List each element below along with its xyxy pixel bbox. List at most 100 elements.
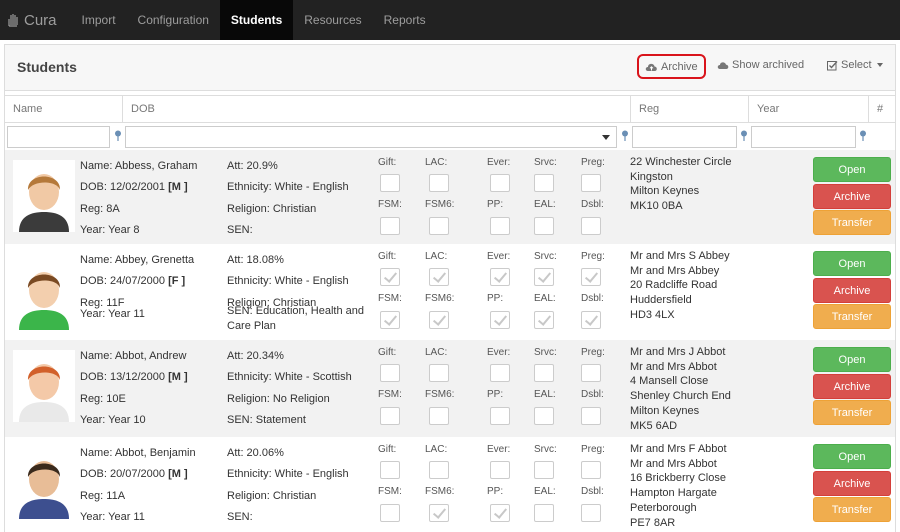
flag-checkbox[interactable] — [534, 504, 554, 522]
flag-checkbox[interactable] — [429, 174, 449, 192]
student-row[interactable]: Name: Abbot, Andrew DOB: 13/12/2000 [M ]… — [5, 340, 895, 437]
flag-checkbox[interactable] — [380, 174, 400, 192]
student-sen: SEN: — [227, 224, 253, 236]
flag-checkbox[interactable] — [581, 268, 601, 286]
flag-label: LAC: — [425, 157, 448, 168]
flag-label: Dsbl: — [581, 199, 604, 210]
student-row[interactable]: Name: Abbot, Benjamin DOB: 20/07/2000 [M… — [5, 437, 895, 532]
pin-icon[interactable] — [859, 130, 867, 142]
flag-checkbox[interactable] — [490, 174, 510, 192]
flag-checkbox[interactable] — [581, 174, 601, 192]
student-reg: Reg: 8A — [80, 203, 120, 215]
flag-checkbox[interactable] — [380, 217, 400, 235]
show-archived-button[interactable]: Show archived — [717, 59, 804, 71]
flag-checkbox[interactable] — [380, 364, 400, 382]
archive-button[interactable]: Archive — [813, 184, 891, 209]
archive-button[interactable]: Archive — [813, 374, 891, 399]
flag-checkbox[interactable] — [534, 407, 554, 425]
flag-checkbox[interactable] — [490, 461, 510, 479]
student-address: Mr and Mrs F Abbot Mr and Mrs Abbot 16 Bri… — [630, 442, 727, 530]
chevron-down-icon — [602, 135, 610, 140]
student-reg: Reg: 11A — [80, 490, 126, 502]
flag-checkbox[interactable] — [534, 364, 554, 382]
transfer-button[interactable]: Transfer — [813, 304, 891, 329]
pin-icon[interactable] — [114, 130, 122, 142]
flag-checkbox[interactable] — [534, 174, 554, 192]
filter-row — [5, 123, 895, 151]
flag-checkbox[interactable] — [581, 364, 601, 382]
col-dob[interactable]: DOB — [123, 96, 631, 122]
flag-checkbox[interactable] — [380, 407, 400, 425]
col-reg[interactable]: Reg — [631, 96, 749, 122]
flag-checkbox[interactable] — [429, 311, 449, 329]
student-ethnicity: Ethnicity: White - English — [227, 275, 349, 287]
flag-label: Ever: — [487, 157, 511, 168]
flag-checkbox[interactable] — [490, 311, 510, 329]
flag-checkbox[interactable] — [534, 311, 554, 329]
flag-checkbox[interactable] — [581, 217, 601, 235]
flag-checkbox[interactable] — [490, 504, 510, 522]
archive-button[interactable]: Archive — [813, 471, 891, 496]
pin-icon[interactable] — [740, 130, 748, 142]
address-line: PE7 8AR — [630, 516, 676, 529]
flag-checkbox[interactable] — [380, 268, 400, 286]
flag-checkbox[interactable] — [490, 268, 510, 286]
flag-checkbox[interactable] — [581, 311, 601, 329]
flag-checkbox[interactable] — [534, 217, 554, 235]
student-name: Name: Abbot, Benjamin — [80, 447, 196, 459]
transfer-button[interactable]: Transfer — [813, 210, 891, 235]
flag-label: Gift: — [378, 157, 397, 168]
transfer-button[interactable]: Transfer — [813, 400, 891, 425]
flag-label: Dsbl: — [581, 486, 604, 497]
flag-label: FSM6: — [425, 389, 455, 400]
flag-checkbox[interactable] — [490, 217, 510, 235]
flag-checkbox[interactable] — [429, 217, 449, 235]
nav-import[interactable]: Import — [71, 0, 127, 40]
student-sen: SEN: Statement — [227, 414, 306, 426]
address-line: Milton Keynes — [630, 185, 700, 198]
col-name[interactable]: Name — [5, 96, 123, 122]
flag-label: Preg: — [581, 347, 605, 358]
dob-filter-select[interactable] — [125, 126, 617, 148]
pin-icon[interactable] — [621, 130, 629, 142]
nav-resources[interactable]: Resources — [293, 0, 372, 40]
archive-button[interactable]: Archive — [813, 278, 891, 303]
name-filter-input[interactable] — [7, 126, 110, 148]
flag-checkbox[interactable] — [581, 461, 601, 479]
flag-checkbox[interactable] — [534, 268, 554, 286]
col-year[interactable]: Year — [749, 96, 869, 122]
nav-students[interactable]: Students — [219, 0, 294, 40]
flag-checkbox[interactable] — [380, 311, 400, 329]
flag-checkbox[interactable] — [429, 407, 449, 425]
nav-configuration[interactable]: Configuration — [127, 0, 220, 40]
select-dropdown[interactable]: Select — [827, 59, 883, 71]
flag-label: Ever: — [487, 444, 511, 455]
reg-filter-input[interactable] — [632, 126, 737, 148]
flag-checkbox[interactable] — [429, 461, 449, 479]
flag-checkbox[interactable] — [534, 461, 554, 479]
flag-checkbox[interactable] — [490, 407, 510, 425]
flag-label: EAL: — [534, 199, 556, 210]
flag-checkbox[interactable] — [581, 504, 601, 522]
flag-checkbox[interactable] — [429, 364, 449, 382]
archive-header-button[interactable]: Archive — [637, 54, 706, 79]
nav-reports[interactable]: Reports — [373, 0, 437, 40]
year-filter-input[interactable] — [751, 126, 856, 148]
flag-checkbox[interactable] — [429, 504, 449, 522]
open-button[interactable]: Open — [813, 157, 891, 182]
open-button[interactable]: Open — [813, 444, 891, 469]
flag-checkbox[interactable] — [429, 268, 449, 286]
student-row[interactable]: Name: Abbess, Graham DOB: 12/02/2001 [M … — [5, 150, 895, 244]
flag-checkbox[interactable] — [581, 407, 601, 425]
flag-label: LAC: — [425, 251, 448, 262]
open-button[interactable]: Open — [813, 251, 891, 276]
student-photo — [13, 447, 75, 519]
brand-logo[interactable]: Cura — [0, 0, 71, 40]
student-row[interactable]: Name: Abbey, Grenetta DOB: 24/07/2000 [F… — [5, 244, 895, 340]
flag-checkbox[interactable] — [380, 461, 400, 479]
flag-label: Srvc: — [534, 347, 557, 358]
flag-checkbox[interactable] — [380, 504, 400, 522]
open-button[interactable]: Open — [813, 347, 891, 372]
transfer-button[interactable]: Transfer — [813, 497, 891, 522]
flag-checkbox[interactable] — [490, 364, 510, 382]
